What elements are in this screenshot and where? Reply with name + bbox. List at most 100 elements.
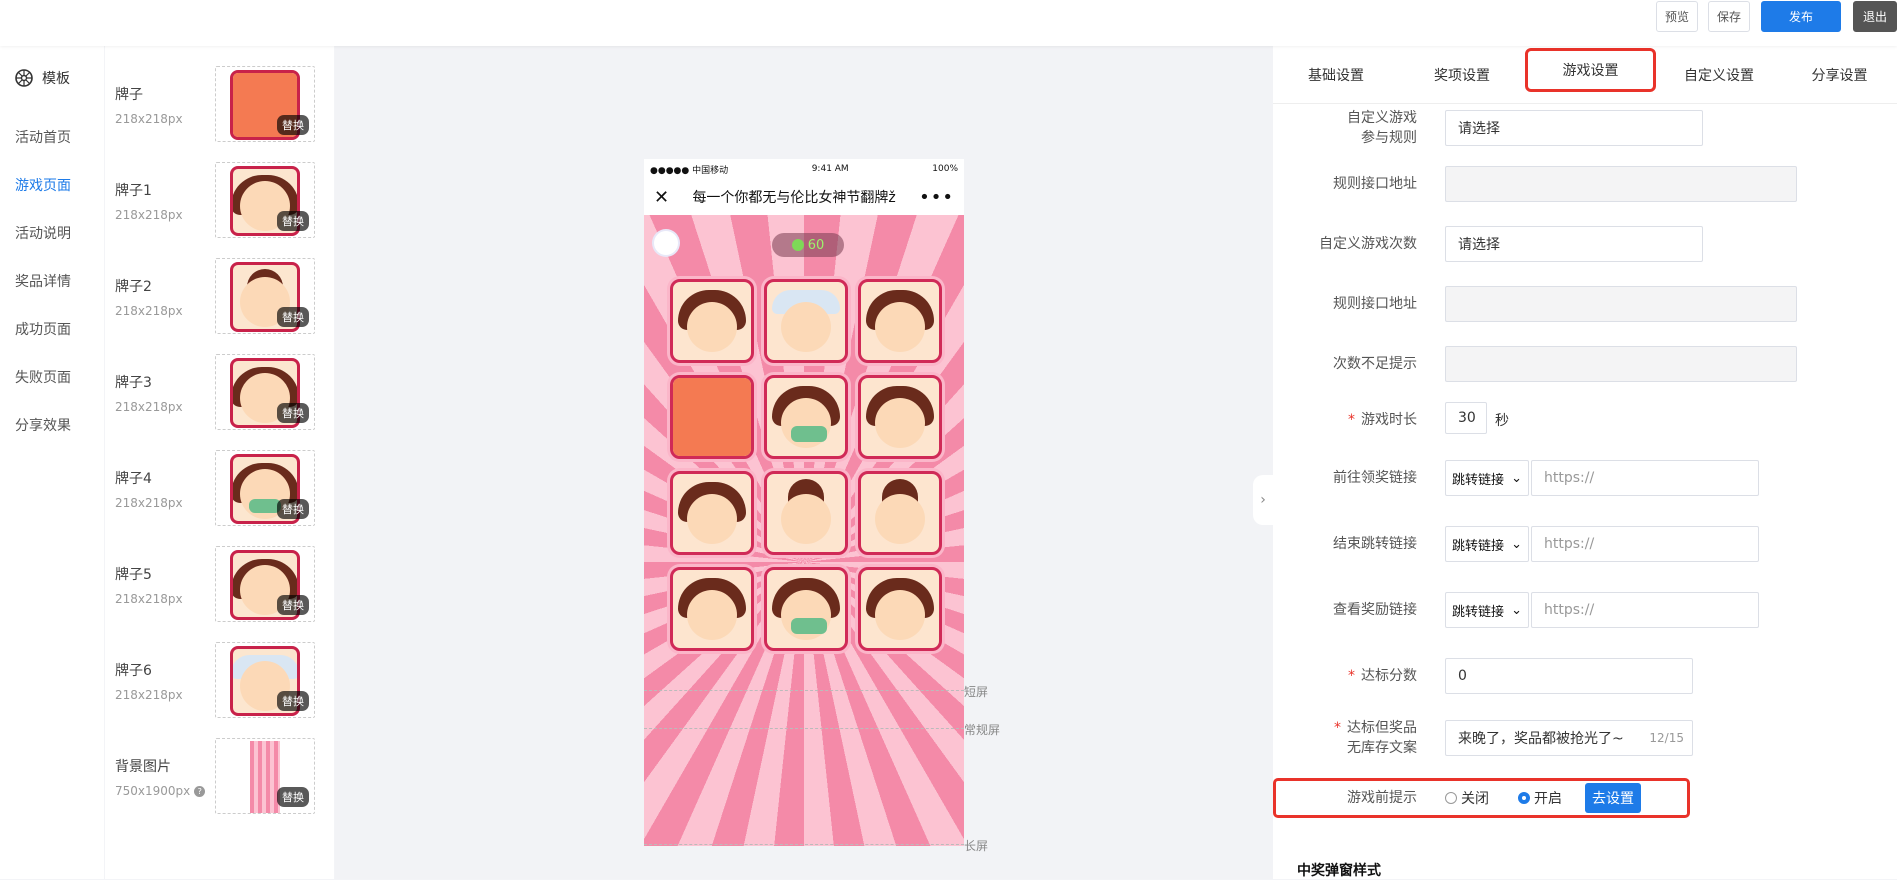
music-icon[interactable] <box>654 231 678 255</box>
asset-name: 牌子6 <box>115 663 152 679</box>
phone-page-title: 每一个你都无与伦比女神节翻牌ž <box>692 190 896 206</box>
radio-icon <box>1445 792 1457 804</box>
chevron-right-icon: › <box>1260 492 1266 508</box>
radio-checked-icon <box>1518 792 1530 804</box>
asset-thumbnail[interactable]: 替换 <box>215 162 315 238</box>
asset-item: 牌子4 218x218px 替换 <box>105 450 334 546</box>
asset-thumbnail[interactable]: 替换 <box>215 450 315 526</box>
chevron-down-icon: ⌄ <box>1511 470 1522 486</box>
asset-name: 牌子3 <box>115 375 152 391</box>
tab-game-settings[interactable]: 游戏设置 <box>1525 48 1656 92</box>
game-card[interactable] <box>764 375 848 459</box>
nav-failure-page[interactable]: 失败页面 <box>15 367 71 387</box>
game-card[interactable] <box>858 471 942 555</box>
tab-basic-settings[interactable]: 基础设置 <box>1273 46 1399 104</box>
clock-icon <box>791 239 804 251</box>
nav-prize-details[interactable]: 奖品详情 <box>15 271 71 291</box>
asset-size: 218x218px <box>115 112 183 126</box>
long-screen-line <box>644 844 964 845</box>
replace-button[interactable]: 替换 <box>277 499 309 519</box>
nav-activity-description[interactable]: 活动说明 <box>15 223 71 243</box>
short-screen-line <box>644 690 964 691</box>
exit-button[interactable]: 退出 <box>1853 1 1897 32</box>
game-card[interactable] <box>670 567 754 651</box>
pregame-on-radio[interactable]: 开启 <box>1518 788 1562 808</box>
nav-activity-home[interactable]: 活动首页 <box>15 127 71 147</box>
asset-list: 牌子 218x218px 替换 牌子1 218x218px 替换 牌子2 218… <box>105 46 334 879</box>
settings-tabs: 基础设置 奖项设置 游戏设置 自定义设置 分享设置 <box>1273 46 1897 104</box>
reward-link-label: 查看奖励链接 <box>1333 602 1417 618</box>
rule-api-input-2[interactable] <box>1445 286 1797 322</box>
asset-name: 牌子2 <box>115 279 152 295</box>
game-card[interactable] <box>670 375 754 459</box>
no-stock-input[interactable]: 来晚了，奖品都被抢光了~ 12/15 <box>1445 720 1693 756</box>
no-stock-label: * 达标但奖品 无库存文案 <box>1334 720 1417 756</box>
nav-game-page[interactable]: 游戏页面 <box>15 175 71 195</box>
reward-link-type-select[interactable]: 跳转链接 ⌄ <box>1445 592 1529 628</box>
asset-item: 牌子2 218x218px 替换 <box>105 258 334 354</box>
game-card[interactable] <box>858 567 942 651</box>
asset-size: 218x218px <box>115 688 183 702</box>
game-card[interactable] <box>670 471 754 555</box>
game-card[interactable] <box>858 375 942 459</box>
template-icon <box>15 69 33 87</box>
asset-thumbnail[interactable]: 替换 <box>215 354 315 430</box>
game-card[interactable] <box>670 279 754 363</box>
asset-thumbnail[interactable]: 替换 <box>215 546 315 622</box>
nav-share-effect[interactable]: 分享效果 <box>15 415 71 435</box>
asset-thumbnail[interactable]: 替换 <box>215 642 315 718</box>
game-card[interactable] <box>764 471 848 555</box>
custom-rule-label: 自定义游戏 参与规则 <box>1347 110 1417 146</box>
duration-input[interactable]: 30 <box>1445 402 1487 434</box>
asset-thumbnail[interactable]: 替换 <box>215 258 315 334</box>
more-icon[interactable]: ••• <box>919 187 954 208</box>
chevron-down-icon: ⌄ <box>1511 602 1522 618</box>
collapse-panel-toggle[interactable]: › <box>1253 475 1273 525</box>
battery: 100% <box>932 164 958 174</box>
target-score-input[interactable]: 0 <box>1445 658 1693 694</box>
tab-prize-settings[interactable]: 奖项设置 <box>1399 46 1525 104</box>
game-card[interactable] <box>764 279 848 363</box>
replace-button[interactable]: 替换 <box>277 691 309 711</box>
custom-rule-select[interactable]: 请选择 <box>1445 110 1703 146</box>
end-link-input[interactable]: https:// <box>1531 526 1759 562</box>
preview-button[interactable]: 预览 <box>1656 1 1698 32</box>
rule-api-input[interactable] <box>1445 166 1797 202</box>
tab-custom-settings[interactable]: 自定义设置 <box>1656 46 1782 104</box>
replace-button[interactable]: 替换 <box>277 115 309 135</box>
pregame-settings-button[interactable]: 去设置 <box>1585 783 1641 813</box>
asset-item: 牌子3 218x218px 替换 <box>105 354 334 450</box>
help-icon[interactable]: ? <box>194 785 206 797</box>
top-toolbar: 预览 保存 发布 退出 <box>0 0 1897 46</box>
end-link-label: 结束跳转链接 <box>1333 536 1417 552</box>
reward-link-input[interactable]: https:// <box>1531 592 1759 628</box>
replace-button[interactable]: 替换 <box>277 307 309 327</box>
asset-size: 218x218px <box>115 304 183 318</box>
end-link-type-select[interactable]: 跳转链接 ⌄ <box>1445 526 1529 562</box>
custom-count-select[interactable]: 请选择 <box>1445 226 1703 262</box>
template-header[interactable]: 模板 <box>14 68 70 88</box>
tab-share-settings[interactable]: 分享设置 <box>1782 46 1897 104</box>
asset-size: 218x218px <box>115 496 183 510</box>
replace-button[interactable]: 替换 <box>277 403 309 423</box>
close-icon[interactable]: ✕ <box>654 187 669 208</box>
game-card[interactable] <box>858 279 942 363</box>
asset-thumbnail[interactable]: 替换 <box>215 738 315 814</box>
target-score-label: * 达标分数 <box>1348 668 1417 684</box>
save-button[interactable]: 保存 <box>1708 1 1750 32</box>
replace-button[interactable]: 替换 <box>277 787 309 807</box>
replace-button[interactable]: 替换 <box>277 211 309 231</box>
phone-preview: ●●●●● 中国移动 9:41 AM 100% ✕ 每一个你都无与伦比女神节翻牌… <box>644 159 964 846</box>
insufficient-input[interactable] <box>1445 346 1797 382</box>
game-card[interactable] <box>764 567 848 651</box>
replace-button[interactable]: 替换 <box>277 595 309 615</box>
asset-item: 牌子 218x218px 替换 <box>105 66 334 162</box>
prize-link-type-select[interactable]: 跳转链接 ⌄ <box>1445 460 1529 496</box>
pregame-off-radio[interactable]: 关闭 <box>1445 788 1489 808</box>
asset-thumbnail[interactable]: 替换 <box>215 66 315 142</box>
asset-item: 背景图片 750x1900px? 替换 <box>105 738 334 834</box>
publish-button[interactable]: 发布 <box>1761 1 1841 32</box>
settings-panel: 基础设置 奖项设置 游戏设置 自定义设置 分享设置 自定义游戏 参与规则 请选择 … <box>1273 46 1897 879</box>
prize-link-input[interactable]: https:// <box>1531 460 1759 496</box>
nav-success-page[interactable]: 成功页面 <box>15 319 71 339</box>
